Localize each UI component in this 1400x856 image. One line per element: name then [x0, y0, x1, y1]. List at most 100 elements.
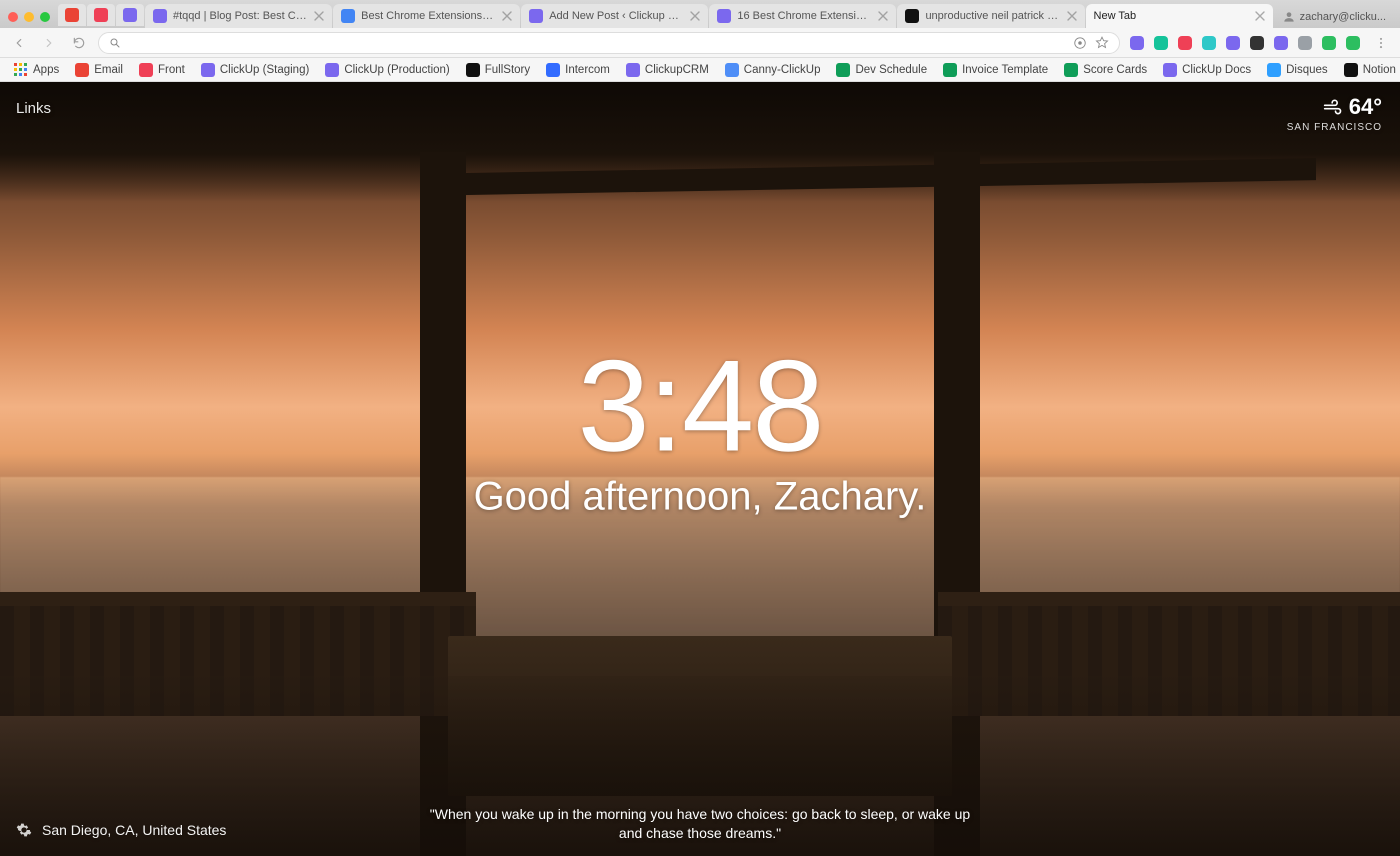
bookmark-label: Email — [94, 64, 123, 76]
back-button[interactable] — [8, 32, 30, 54]
bookmark-label: Canny-ClickUp — [744, 64, 821, 76]
settings-icon[interactable] — [16, 822, 32, 838]
close-window-button[interactable] — [8, 12, 18, 22]
clickup-ext-icon[interactable] — [1128, 34, 1146, 52]
toolbar — [0, 28, 1400, 58]
momentum-ext-icon[interactable] — [1296, 34, 1314, 52]
favicon-icon — [341, 9, 355, 23]
bookmark-icon — [1064, 63, 1078, 77]
tab-title: Add New Post ‹ Clickup Blog – — [549, 10, 684, 22]
close-tab-icon[interactable] — [878, 11, 888, 21]
bookmark-item[interactable]: ClickupCRM — [620, 61, 715, 79]
wind-icon — [1323, 99, 1343, 115]
bookmark-label: Front — [158, 64, 185, 76]
clickup2-ext-icon[interactable] — [1224, 34, 1242, 52]
browser-tab[interactable]: New Tab — [1086, 4, 1273, 28]
clock-time: 3:48 — [0, 341, 1400, 471]
bookmark-label: Dev Schedule — [855, 64, 927, 76]
clickup3-ext-icon[interactable] — [1272, 34, 1290, 52]
bookmark-label: ClickUp (Staging) — [220, 64, 309, 76]
forward-button[interactable] — [38, 32, 60, 54]
bookmark-icon — [75, 63, 89, 77]
bookmark-item[interactable]: Front — [133, 61, 191, 79]
gmail-icon — [65, 8, 79, 22]
favicon-icon — [717, 9, 731, 23]
browser-tab[interactable]: unproductive neil patrick harri — [897, 4, 1084, 28]
clickup-icon — [123, 8, 137, 22]
bookmark-item[interactable]: FullStory — [460, 61, 536, 79]
menu-button[interactable] — [1370, 32, 1392, 54]
bookmarks-bar: Apps Email Front ClickUp (Staging) ClickUp (… — [0, 58, 1400, 82]
weather-city: SAN FRANCISCO — [1287, 122, 1382, 133]
close-tab-icon[interactable] — [1255, 11, 1265, 21]
browser-tab[interactable]: #tqqd | Blog Post: Best Chrom — [145, 4, 332, 28]
profile-label: zachary@clicku... — [1300, 11, 1386, 23]
photo-location[interactable]: San Diego, CA, United States — [42, 822, 226, 838]
bookmark-label: Disques — [1286, 64, 1328, 76]
profile-chip[interactable]: zachary@clicku... — [1274, 10, 1394, 28]
bookmark-item[interactable]: ClickUp (Production) — [319, 61, 455, 79]
extension-icons — [1128, 34, 1362, 52]
bookmark-item[interactable]: Apps — [8, 61, 65, 79]
evernote-ext-icon[interactable] — [1320, 34, 1338, 52]
close-tab-icon[interactable] — [314, 11, 324, 21]
site-info-icon[interactable] — [1073, 36, 1087, 50]
tab-title: #tqqd | Blog Post: Best Chrom — [173, 10, 308, 22]
bookmark-item[interactable]: Score Cards — [1058, 61, 1153, 79]
bookmark-item[interactable]: Canny-ClickUp — [719, 61, 827, 79]
bookmark-item[interactable]: Dev Schedule — [830, 61, 933, 79]
weather-temp: 64° — [1349, 94, 1382, 120]
favicon-icon — [905, 9, 919, 23]
reload-button[interactable] — [68, 32, 90, 54]
bookmark-item[interactable]: Notion — [1338, 61, 1400, 79]
pinned-tab[interactable] — [87, 4, 115, 26]
links-button[interactable]: Links — [16, 100, 51, 117]
bookmark-item[interactable]: ClickUp Docs — [1157, 61, 1257, 79]
minimize-window-button[interactable] — [24, 12, 34, 22]
bookmark-label: Score Cards — [1083, 64, 1147, 76]
bookmark-label: Notion — [1363, 64, 1396, 76]
refresh-ext-icon[interactable] — [1344, 34, 1362, 52]
bookmark-item[interactable]: ClickUp (Staging) — [195, 61, 315, 79]
pinned-tab[interactable] — [116, 4, 144, 26]
tabs-list: #tqqd | Blog Post: Best Chrom Best Chrome… — [145, 4, 1274, 28]
close-tab-icon[interactable] — [690, 11, 700, 21]
browser-tab[interactable]: Best Chrome Extensions for P — [333, 4, 520, 28]
teal-dot-ext-icon[interactable] — [1200, 34, 1218, 52]
buffer-ext-icon[interactable] — [1248, 34, 1266, 52]
favicon-icon — [153, 9, 167, 23]
bookmark-icon — [466, 63, 480, 77]
pinned-tab[interactable] — [58, 4, 86, 26]
bookmark-item[interactable]: Intercom — [540, 61, 616, 79]
bookmark-icon — [14, 63, 28, 77]
pocket-ext-icon[interactable] — [1176, 34, 1194, 52]
pinned-tabs — [58, 4, 145, 26]
bookmark-item[interactable]: Disques — [1261, 61, 1334, 79]
close-tab-icon[interactable] — [1067, 11, 1077, 21]
tab-title: 16 Best Chrome Extensions fo — [737, 10, 872, 22]
daily-quote[interactable]: "When you wake up in the morning you hav… — [420, 805, 980, 844]
page-content: Links 64° SAN FRANCISCO 3:48 Good aftern… — [0, 82, 1400, 856]
bookmark-icon — [943, 63, 957, 77]
bookmark-icon — [1344, 63, 1358, 77]
tab-title: New Tab — [1094, 10, 1249, 22]
grammarly-ext-icon[interactable] — [1152, 34, 1170, 52]
bookmark-icon — [325, 63, 339, 77]
tab-strip: #tqqd | Blog Post: Best Chrom Best Chrome… — [0, 0, 1400, 28]
close-tab-icon[interactable] — [502, 11, 512, 21]
bookmark-item[interactable]: Invoice Template — [937, 61, 1054, 79]
browser-tab[interactable]: Add New Post ‹ Clickup Blog – — [521, 4, 708, 28]
search-icon — [109, 37, 121, 49]
address-bar[interactable] — [98, 32, 1120, 54]
bookmark-star-icon[interactable] — [1095, 36, 1109, 50]
maximize-window-button[interactable] — [40, 12, 50, 22]
pocket-icon — [94, 8, 108, 22]
bookmark-icon — [201, 63, 215, 77]
browser-tab[interactable]: 16 Best Chrome Extensions fo — [709, 4, 896, 28]
bookmark-icon — [1267, 63, 1281, 77]
bookmark-label: Apps — [33, 64, 59, 76]
weather-widget[interactable]: 64° SAN FRANCISCO — [1287, 94, 1382, 133]
bookmark-icon — [836, 63, 850, 77]
bookmark-icon — [546, 63, 560, 77]
bookmark-item[interactable]: Email — [69, 61, 129, 79]
